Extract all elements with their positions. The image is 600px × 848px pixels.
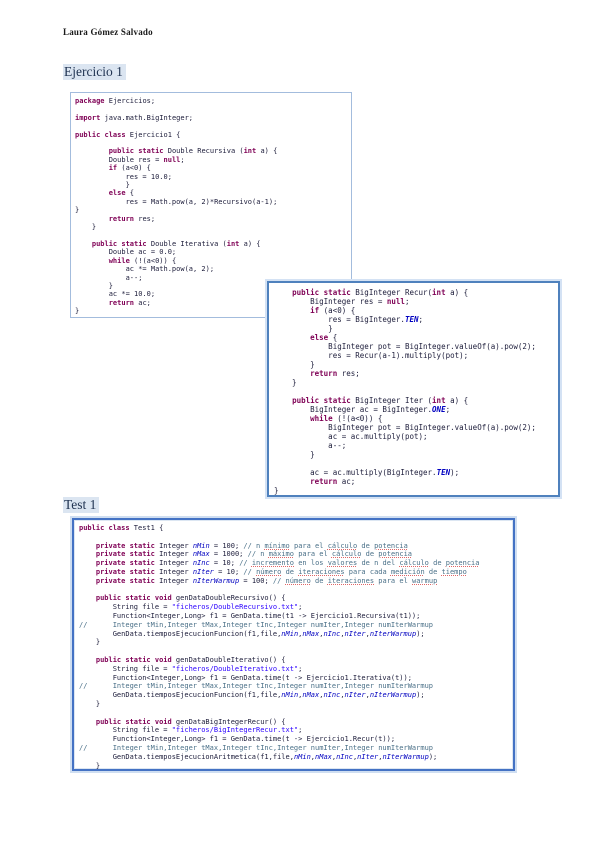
code-line: private static Integer nMax = 1000; // n…: [95, 550, 413, 559]
code-line: private static Integer nIter = 10; // nú…: [95, 567, 467, 576]
code-line: Function<Integer,Long> f1 = GenData.time…: [79, 673, 412, 682]
code-line: }: [274, 378, 297, 387]
code-line: // Integer tMin,Integer tMax,Integer tIn…: [79, 682, 434, 691]
code-line: }: [274, 324, 333, 333]
code-line: GenData.tiemposEjecucionAritmetica(f1,fi…: [79, 752, 438, 761]
code-line: return res;: [310, 369, 360, 378]
author-name: Laura Gómez Salvado: [63, 27, 153, 37]
code-line: // Integer tMin,Integer tMax,Integer tIn…: [79, 743, 434, 752]
document-page: { "author": "Laura Gómez Salvado", "head…: [0, 0, 600, 848]
code-line: while (!(a<0)) {: [310, 414, 383, 423]
code-line: Double res = null;: [75, 155, 185, 164]
code-line: res = BigInteger.TEN;: [274, 315, 424, 324]
code-line: public static void genDataDoubleRecursiv…: [95, 594, 286, 603]
code-line: }: [75, 223, 97, 232]
section-heading-test: Test 1: [63, 497, 100, 513]
code-line: public static Double Iterativa (int a) {: [91, 239, 261, 248]
code-line: Double ac = 0.0;: [75, 248, 177, 257]
code-line: package Ejercicios;: [75, 97, 156, 105]
code-line: res = 10.0;: [75, 172, 172, 181]
code-line: }: [274, 486, 279, 495]
code-line: res = Recur(a-1).multiply(pot);: [274, 351, 469, 360]
code-line: Function<Integer,Long> f1 = GenData.time…: [79, 611, 421, 620]
code-line: Function<Integer,Long> f1 = GenData.time…: [79, 735, 396, 744]
code-line: ac = ac.multiply(pot);: [274, 432, 428, 441]
code-line: ac = ac.multiply(BigInteger.TEN);: [274, 468, 460, 477]
code-line: public static void genDataDoubleIterativ…: [95, 655, 286, 664]
code-line: }: [79, 699, 101, 708]
code-line: }: [75, 206, 80, 215]
code-line: public static BigInteger Recur(int a) {: [292, 288, 469, 297]
code-line: ac *= Math.pow(a, 2);: [75, 265, 215, 274]
code-line: if (a<0) {: [310, 306, 356, 315]
code-line: BigInteger res = null;: [274, 297, 410, 306]
code-line: }: [274, 450, 315, 459]
code-line: while (!(a<0)) {: [108, 256, 177, 265]
code-line: GenData.tiemposEjecucionFuncion(f1,file,…: [79, 691, 425, 700]
code-line: else {: [108, 189, 135, 198]
code-line: public static Double Recursiva (int a) {: [108, 147, 278, 156]
code-line: String file = "ficheros/DoubleIterativo.…: [79, 664, 303, 673]
code-line: public class Ejercicio1 {: [75, 130, 181, 139]
code-line: private static Integer nInc = 10; // inc…: [95, 559, 480, 568]
code-line: import java.math.BigInteger;: [75, 113, 194, 122]
code-line: private static Integer nMin = 100; // n …: [95, 541, 408, 550]
code-line: }: [79, 761, 101, 770]
code-line: String file = "ficheros/BigIntegerRecur.…: [79, 726, 303, 735]
code-line: String file = "ficheros/DoubleRecursivo.…: [79, 603, 303, 612]
code-line: BigInteger pot = BigInteger.valueOf(a).p…: [274, 423, 536, 432]
code-block-ejercicio1-biginteger: public static BigInteger Recur(int a) { …: [267, 281, 560, 497]
code-line: return ac;: [310, 477, 356, 486]
code-line: if (a<0) {: [108, 164, 151, 173]
code-line: res = Math.pow(a, 2)*Recursivo(a-1);: [75, 197, 278, 206]
code-line: }: [274, 360, 315, 369]
code-line: // Integer tMin,Integer tMax,Integer tIn…: [79, 620, 434, 629]
code-line: a--;: [274, 441, 347, 450]
section-heading-ejercicio: Ejercicio 1: [63, 64, 126, 80]
code-line: public static void genDataBigIntegerRecu…: [95, 717, 286, 726]
code-line: public class Test1 {: [79, 524, 164, 532]
code-line: else {: [310, 333, 338, 342]
code-line: GenData.tiemposEjecucionFuncion(f1,file,…: [79, 629, 425, 638]
code-line: }: [79, 638, 101, 647]
code-block-test1: public class Test1 { private static Inte…: [72, 518, 515, 771]
code-line: }: [75, 181, 130, 190]
code-line: BigInteger ac = BigInteger.ONE;: [274, 405, 451, 414]
code-line: public static BigInteger Iter (int a) {: [292, 396, 469, 405]
code-line: private static Integer nIterWarmup = 100…: [95, 576, 438, 585]
code-line: BigInteger pot = BigInteger.valueOf(a).p…: [274, 342, 536, 351]
code-line: return res;: [108, 214, 156, 223]
